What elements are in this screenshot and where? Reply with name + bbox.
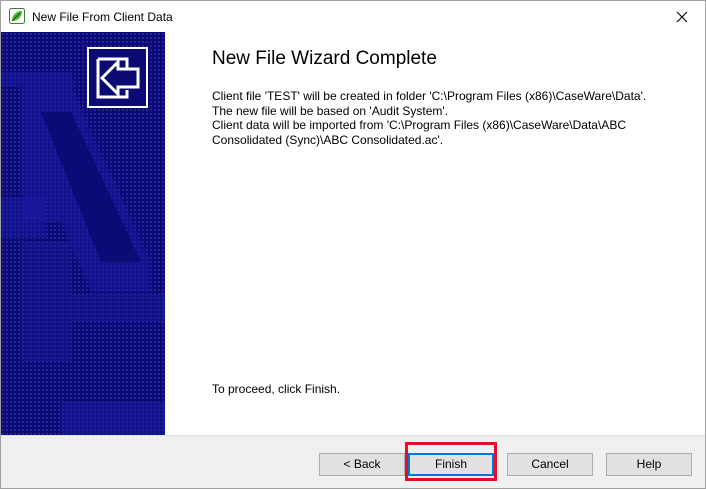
wizard-heading: New File Wizard Complete	[212, 48, 437, 69]
finish-button[interactable]: Finish	[408, 453, 494, 476]
wizard-side-panel	[1, 32, 165, 435]
help-button[interactable]: Help	[606, 453, 692, 476]
proceed-instruction: To proceed, click Finish.	[212, 382, 341, 396]
wizard-message: Client file 'TEST' will be created in fo…	[212, 89, 682, 147]
message-line: Client file 'TEST' will be created in fo…	[212, 89, 647, 103]
message-line: The new file will be based on 'Audit Sys…	[212, 103, 449, 118]
cancel-button[interactable]: Cancel	[507, 453, 593, 476]
wizard-new-file-icon	[87, 47, 148, 108]
title-bar[interactable]: New File From Client Data	[1, 1, 705, 32]
wizard-content: New File Wizard Complete Client file 'TE…	[1, 32, 705, 435]
caseware-leaf-icon	[9, 8, 25, 24]
button-bar: < Back Finish Cancel Help	[1, 435, 705, 488]
message-line: Client data will be imported from 'C:\Pr…	[212, 118, 626, 132]
close-icon[interactable]	[659, 1, 705, 32]
wizard-window: New File From Client Data New File Wizar…	[0, 0, 706, 489]
message-line: Consolidated (Sync)\ABC Consolidated.ac'…	[212, 132, 444, 147]
window-title: New File From Client Data	[32, 10, 173, 24]
back-button[interactable]: < Back	[319, 453, 405, 476]
